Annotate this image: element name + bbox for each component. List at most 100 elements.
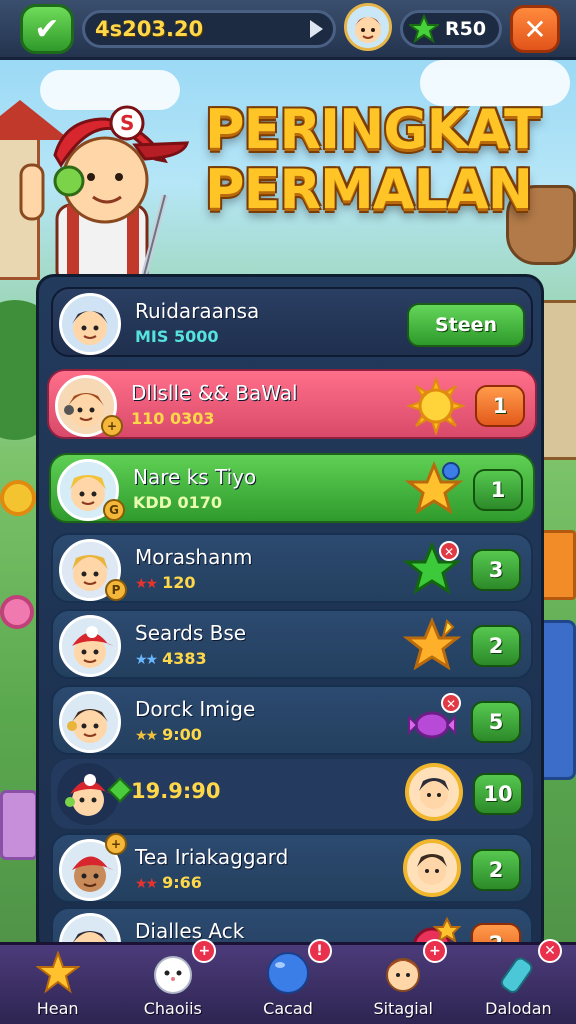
- nav-label: Cacad: [263, 999, 313, 1018]
- coin-badge-icon: P: [105, 579, 127, 601]
- coin-amount: 4s203.20: [95, 17, 204, 41]
- player-name: Ruidaraansa: [135, 299, 260, 323]
- player-score: KDD 0170: [133, 493, 223, 512]
- rank-badge: 1: [473, 469, 523, 511]
- close-icon: ✕: [523, 12, 547, 46]
- notification-badge-icon: ✕: [538, 939, 563, 963]
- player-score: 9:66: [162, 873, 202, 892]
- plus-badge-icon: +: [105, 833, 127, 855]
- notification-badge-icon: +: [422, 939, 447, 963]
- rating-stars-icon: ★★: [135, 728, 158, 744]
- rank-badge: 1: [475, 385, 525, 427]
- avatar: [57, 763, 119, 825]
- bottom-navigation: Hean + Chaoiis ! Cacad + Sitagial ✕ Dalo…: [0, 939, 576, 1024]
- svg-text:S: S: [120, 111, 134, 135]
- cap-boy-face-icon: [65, 774, 112, 816]
- player-score-line: ★★ 4383: [135, 649, 207, 668]
- confirm-button[interactable]: ✔: [20, 4, 74, 54]
- avatar: [59, 691, 121, 753]
- notification-badge-icon: !: [307, 939, 332, 963]
- steen-button[interactable]: Steen: [407, 303, 525, 347]
- player-score-line: ★★ 9:00: [135, 725, 202, 744]
- player-score: 9:00: [162, 725, 202, 744]
- leaderboard-row[interactable]: Dorck Imige ★★ 9:00 ✕ 5: [51, 685, 533, 755]
- player-avatar[interactable]: [344, 3, 392, 51]
- leaderboard-row[interactable]: P Morashanm ★★ 120 ✕ 3: [51, 533, 533, 603]
- flower-decoration: [0, 595, 34, 629]
- green-star-icon: [409, 14, 439, 44]
- nav-label: Dalodan: [485, 999, 552, 1018]
- nav-item-dalodan[interactable]: ✕ Dalodan: [461, 939, 576, 1024]
- leaderboard-row[interactable]: G Nare ks Tiyo KDD 0170 1: [49, 453, 535, 523]
- nav-label: Chaoiis: [143, 999, 202, 1018]
- title-line-2: PERMALAN: [205, 158, 533, 221]
- play-icon[interactable]: [310, 20, 323, 38]
- nav-item-sitagial[interactable]: + Sitagial: [346, 939, 461, 1024]
- nav-label: Sitagial: [373, 999, 433, 1018]
- rating-stars-icon: ★★: [135, 652, 158, 668]
- close-button[interactable]: ✕: [510, 5, 560, 53]
- rank-badge: 5: [471, 701, 521, 743]
- avatar-frame-icon: [405, 763, 463, 821]
- nav-item-cacad[interactable]: ! Cacad: [230, 939, 345, 1024]
- nav-label: Hean: [36, 999, 79, 1018]
- rating-stars-icon: ★★: [135, 876, 158, 892]
- player-name: Dllslle && BaWal: [131, 381, 298, 405]
- current-player-row[interactable]: 19.9:90 10: [51, 759, 533, 829]
- current-user-row: Ruidaraansa MIS 5000 Steen: [51, 287, 533, 357]
- player-score-line: ★★ 120: [135, 573, 196, 592]
- plus-badge-icon: +: [101, 415, 123, 437]
- gem-amount: R50: [445, 18, 487, 40]
- mascot-boy-icon: S: [19, 105, 190, 296]
- flower-decoration: [0, 480, 36, 516]
- svg-text:✕: ✕: [446, 697, 456, 711]
- mascot-character: S: [15, 85, 195, 296]
- rating-stars-icon: ★★: [135, 576, 158, 592]
- leaderboard-row[interactable]: + Tea Iriakaggard ★★ 9:66 2: [51, 833, 533, 903]
- checkmark-icon: ✔: [34, 11, 60, 47]
- notification-badge-icon: +: [192, 939, 217, 963]
- cap-boy-face-icon: [62, 618, 118, 674]
- player-score: 120: [162, 573, 196, 592]
- coin-badge-icon: G: [103, 499, 125, 521]
- player-name: Seards Bse: [135, 621, 247, 645]
- top-bar: ✔ 4s203.20 R50 ✕: [0, 0, 576, 60]
- player-score: 4383: [162, 649, 207, 668]
- leaderboard-row[interactable]: Seards Bse ★★ 4383 2: [51, 609, 533, 679]
- player-name: Morashanm: [135, 545, 253, 569]
- fluffy-pet-icon: [149, 949, 197, 997]
- boy-face-icon: [347, 6, 389, 48]
- rank-badge: 2: [471, 625, 521, 667]
- player-name: Tea Iriakaggard: [135, 845, 289, 869]
- profile-icon: [379, 949, 427, 997]
- avatar: [59, 615, 121, 677]
- player-score: 110 0303: [131, 409, 215, 428]
- avatar-frame-icon: [403, 839, 461, 897]
- nav-item-hean[interactable]: Hean: [0, 945, 115, 1024]
- green-star-icon: ✕: [403, 541, 461, 599]
- leaderboard-row[interactable]: + Dllslle && BaWal 110 0303 1: [47, 369, 537, 439]
- player-name: Nare ks Tiyo: [133, 465, 257, 489]
- coin-counter: 4s203.20: [82, 10, 336, 48]
- star-icon: [405, 461, 463, 519]
- candy-icon: ✕: [403, 693, 461, 751]
- leaderboard-panel: Ruidaraansa MIS 5000 Steen + Dllslle && …: [36, 274, 544, 954]
- rank-badge: 10: [473, 773, 523, 815]
- player-name: Dorck Imige: [135, 697, 256, 721]
- star-icon: [34, 949, 82, 997]
- leaderboard-title: PERINGKAT PERMALAN: [205, 100, 545, 220]
- sun-icon: [407, 377, 465, 435]
- title-line-1: PERINGKAT: [205, 98, 541, 161]
- headset-boy-face-icon: [62, 694, 118, 750]
- player-score-line: ★★ 9:66: [135, 873, 202, 892]
- gem-counter: R50: [400, 10, 502, 48]
- nav-item-chaoiis[interactable]: + Chaoiis: [115, 939, 230, 1024]
- rank-badge: 2: [471, 849, 521, 891]
- avatar: [59, 293, 121, 355]
- bottle-icon: [494, 949, 542, 997]
- crate-decoration: [540, 530, 576, 600]
- player-score: 19.9:90: [131, 779, 221, 803]
- toy-block-decoration: [0, 790, 38, 860]
- svg-text:✕: ✕: [444, 545, 454, 559]
- balloon-icon: [264, 949, 312, 997]
